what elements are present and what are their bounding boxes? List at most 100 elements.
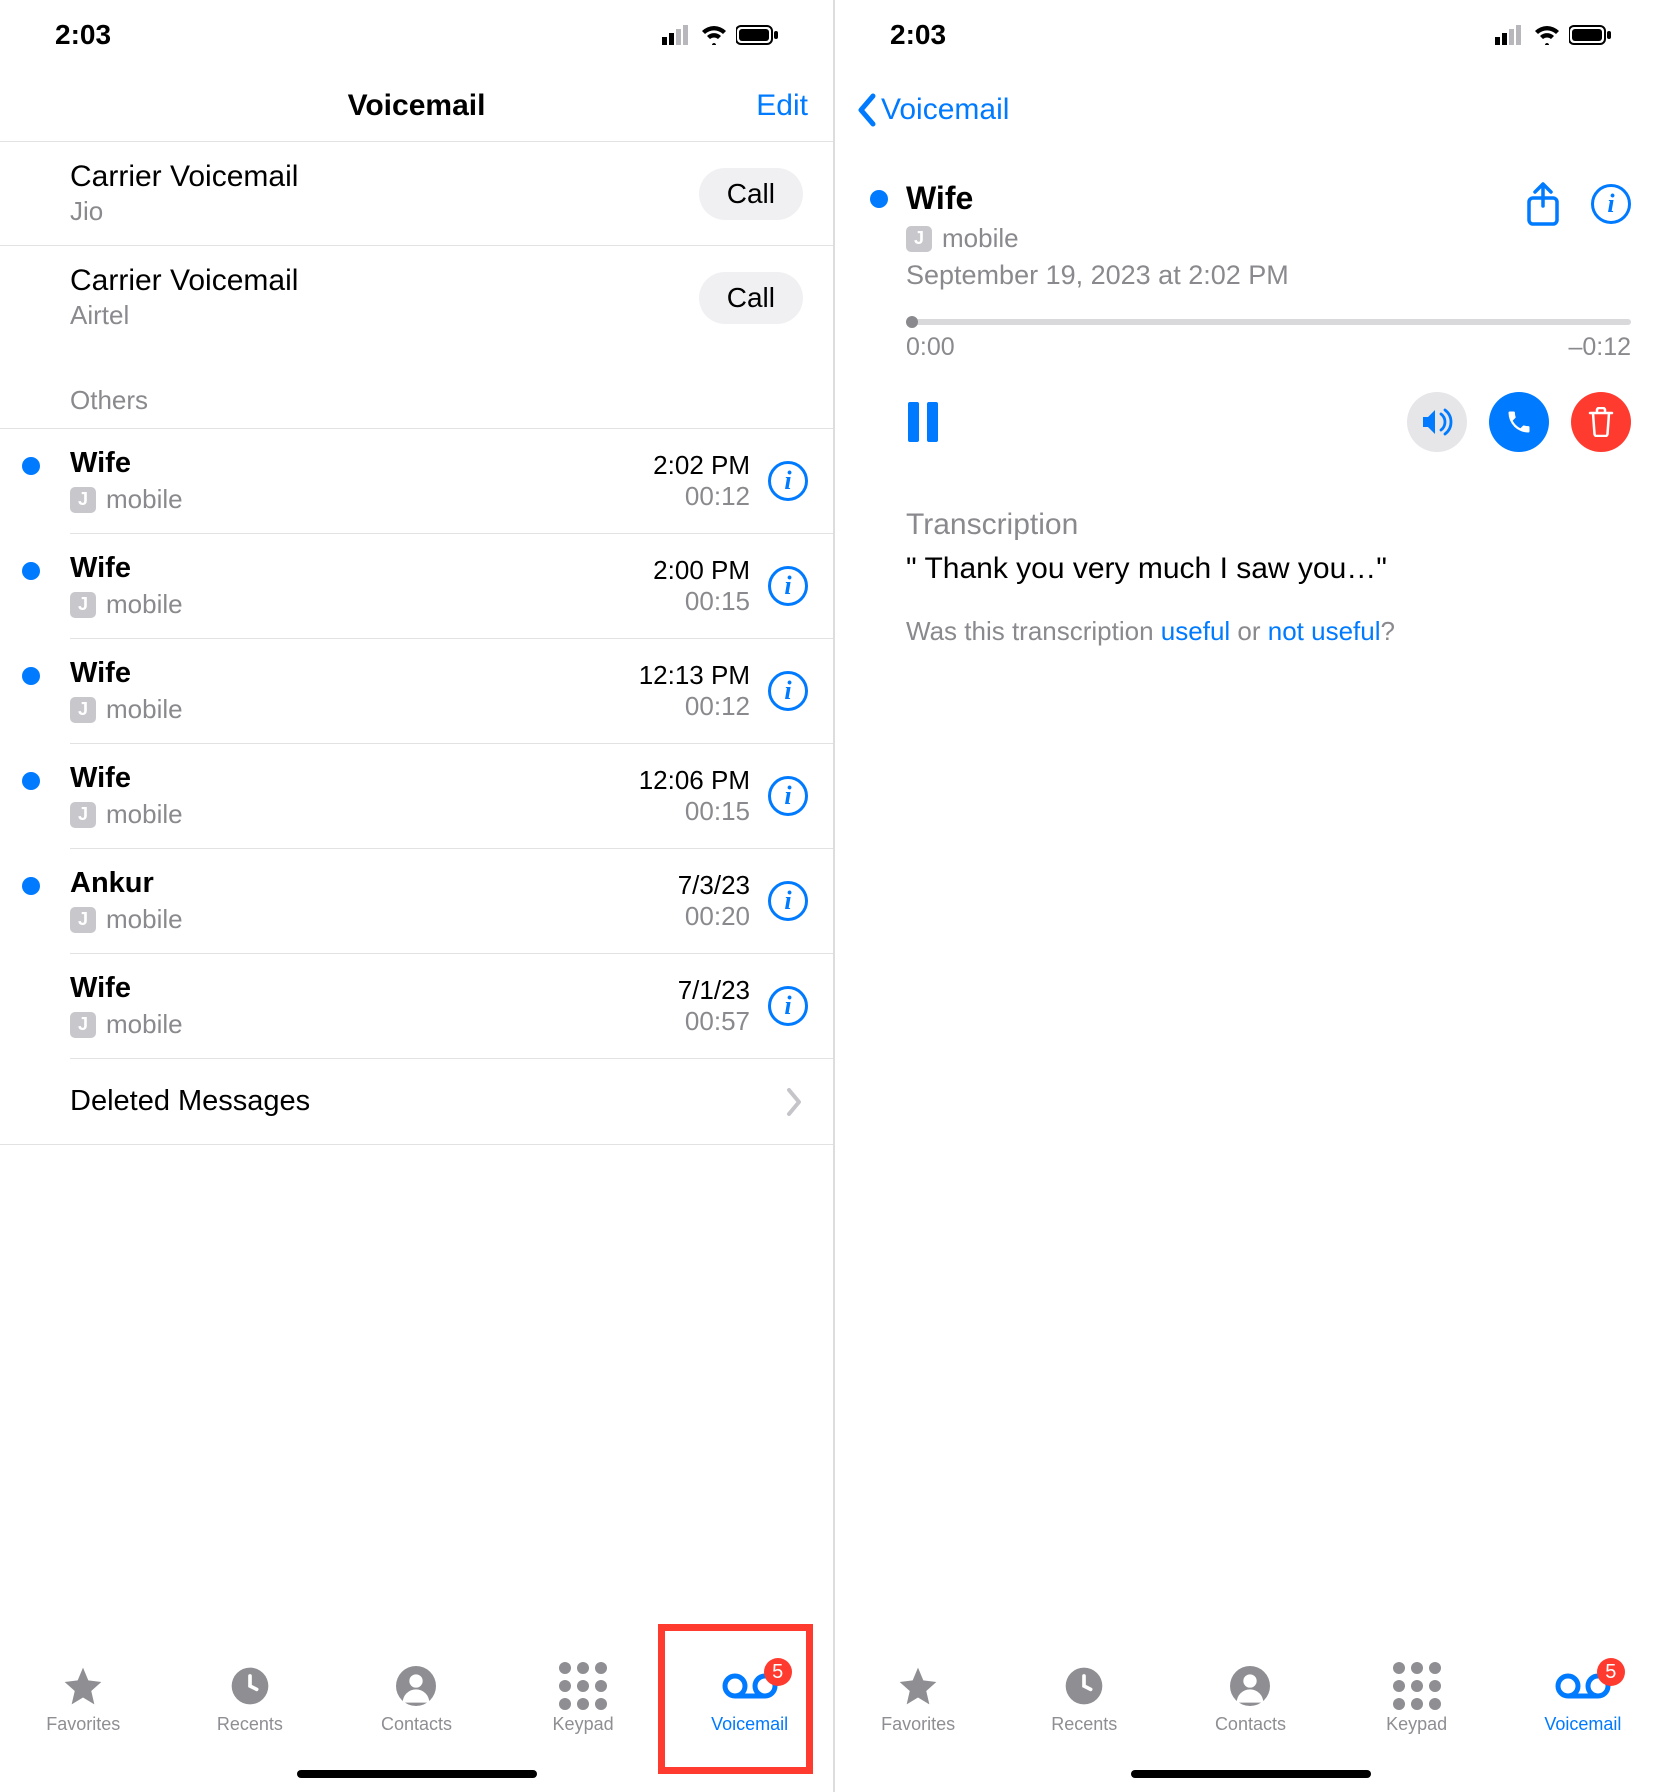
- carrier-name: Carrier Voicemail: [70, 160, 699, 194]
- carrier-provider: Airtel: [70, 300, 699, 331]
- voicemail-time: 12:06 PM: [639, 765, 750, 796]
- section-header-others: Others: [0, 349, 833, 429]
- share-icon[interactable]: [1523, 180, 1563, 228]
- deleted-messages-row[interactable]: Deleted Messages: [0, 1059, 833, 1145]
- contact-badge: J: [70, 1012, 96, 1038]
- home-indicator: [297, 1770, 537, 1778]
- call-button[interactable]: Call: [699, 272, 803, 324]
- info-button[interactable]: i: [768, 881, 808, 921]
- status-time: 2:03: [890, 19, 946, 51]
- phone-label: mobile: [106, 904, 183, 935]
- battery-icon: [736, 25, 778, 45]
- speaker-button[interactable]: [1407, 392, 1467, 452]
- tab-contacts[interactable]: Contacts: [1190, 1664, 1310, 1735]
- tab-label: Recents: [217, 1714, 283, 1735]
- voicemail-detail-screen: 2:03 Voicemail Wife J mobile September 1…: [833, 0, 1666, 1792]
- tab-label: Voicemail: [1544, 1714, 1621, 1735]
- tab-label: Contacts: [381, 1714, 452, 1735]
- tab-keypad[interactable]: Keypad: [523, 1664, 643, 1735]
- voicemail-duration: 00:12: [639, 691, 750, 722]
- feedback-useful-link[interactable]: useful: [1161, 616, 1230, 646]
- wifi-icon: [700, 25, 728, 45]
- info-button[interactable]: i: [1591, 184, 1631, 224]
- star-icon: [61, 1664, 105, 1708]
- voicemail-row[interactable]: WifeJmobile12:13 PM00:12i: [70, 639, 833, 744]
- phone-icon: [1505, 408, 1533, 436]
- tab-voicemail[interactable]: Voicemail 5: [690, 1664, 810, 1735]
- voicemail-duration: 00:57: [678, 1006, 750, 1037]
- voicemail-duration: 00:12: [653, 481, 750, 512]
- tab-recents[interactable]: Recents: [1024, 1664, 1144, 1735]
- voicemail-row[interactable]: WifeJmobile2:00 PM00:15i: [70, 534, 833, 639]
- voicemail-row[interactable]: AnkurJmobile7/3/2300:20i: [70, 849, 833, 954]
- voicemail-time: 12:13 PM: [639, 660, 750, 691]
- cellular-icon: [662, 25, 692, 45]
- transcription-text: " Thank you very much I saw you…": [906, 552, 1631, 586]
- person-icon: [1230, 1666, 1270, 1706]
- call-back-button[interactable]: [1489, 392, 1549, 452]
- scrubber-thumb[interactable]: [906, 316, 918, 328]
- tab-voicemail[interactable]: Voicemail 5: [1523, 1664, 1643, 1735]
- playback-scrubber[interactable]: 0:00 –0:12: [906, 319, 1631, 362]
- voicemail-row[interactable]: Wife Jmobile 2:02 PM00:12 i: [70, 429, 833, 534]
- pause-button[interactable]: [906, 402, 940, 442]
- delete-button[interactable]: [1571, 392, 1631, 452]
- tab-favorites[interactable]: Favorites: [858, 1664, 978, 1735]
- voicemail-row[interactable]: WifeJmobile12:06 PM00:15i: [70, 744, 833, 849]
- info-button[interactable]: i: [768, 776, 808, 816]
- contact-badge: J: [70, 907, 96, 933]
- call-button[interactable]: Call: [699, 168, 803, 220]
- voicemail-list-screen: 2:03 Voicemail Edit Carrier Voicemail Ji…: [0, 0, 833, 1792]
- status-bar: 2:03: [0, 0, 833, 70]
- tab-label: Recents: [1051, 1714, 1117, 1735]
- tab-label: Keypad: [1386, 1714, 1447, 1735]
- transcription-section: Transcription " Thank you very much I sa…: [906, 508, 1631, 647]
- voicemail-duration: 00:20: [678, 901, 750, 932]
- transcription-title: Transcription: [906, 508, 1631, 542]
- tab-contacts[interactable]: Contacts: [356, 1664, 476, 1735]
- trash-icon: [1588, 407, 1614, 437]
- voicemail-row[interactable]: WifeJmobile7/1/2300:57i: [70, 954, 833, 1059]
- info-button[interactable]: i: [768, 986, 808, 1026]
- caller-name: Wife: [70, 552, 653, 585]
- caller-name: Wife: [906, 180, 1505, 217]
- voicemail-time: 2:02 PM: [653, 450, 750, 481]
- info-button[interactable]: i: [768, 461, 808, 501]
- info-button[interactable]: i: [768, 566, 808, 606]
- tab-recents[interactable]: Recents: [190, 1664, 310, 1735]
- tab-keypad[interactable]: Keypad: [1357, 1664, 1477, 1735]
- back-label: Voicemail: [881, 93, 1009, 127]
- playback-controls: [906, 392, 1631, 452]
- keypad-icon: [1393, 1662, 1441, 1710]
- contact-badge: J: [70, 592, 96, 618]
- caller-name: Wife: [70, 657, 639, 690]
- chevron-left-icon: [855, 92, 877, 128]
- contact-badge: J: [70, 487, 96, 513]
- cellular-icon: [1495, 25, 1525, 45]
- phone-label: mobile: [942, 223, 1019, 254]
- clock-icon: [230, 1666, 270, 1706]
- deleted-messages-label: Deleted Messages: [70, 1085, 310, 1118]
- star-icon: [896, 1664, 940, 1708]
- status-icons: [662, 25, 778, 45]
- carrier-voicemail-row[interactable]: Carrier Voicemail Airtel Call: [0, 246, 833, 349]
- edit-button[interactable]: Edit: [756, 89, 808, 123]
- back-button[interactable]: Voicemail: [835, 70, 1666, 150]
- tab-favorites[interactable]: Favorites: [23, 1664, 143, 1735]
- info-button[interactable]: i: [768, 671, 808, 711]
- unread-dot: [22, 562, 40, 580]
- tab-label: Keypad: [553, 1714, 614, 1735]
- unread-dot: [870, 190, 888, 208]
- voicemail-list: WifeJmobile2:02 PM00:12iWifeJmobile2:00 …: [0, 429, 833, 1059]
- feedback-not-useful-link[interactable]: not useful: [1268, 616, 1381, 646]
- phone-label: mobile: [106, 484, 183, 515]
- unread-dot: [22, 667, 40, 685]
- contact-badge: J: [70, 697, 96, 723]
- caller-name: Wife: [70, 447, 653, 480]
- voicemail-time: 2:00 PM: [653, 555, 750, 586]
- voicemail-date: September 19, 2023 at 2:02 PM: [906, 260, 1505, 291]
- status-icons: [1495, 25, 1611, 45]
- carrier-name: Carrier Voicemail: [70, 264, 699, 298]
- voicemail-detail: Wife J mobile September 19, 2023 at 2:02…: [835, 150, 1666, 647]
- carrier-voicemail-row[interactable]: Carrier Voicemail Jio Call: [0, 142, 833, 246]
